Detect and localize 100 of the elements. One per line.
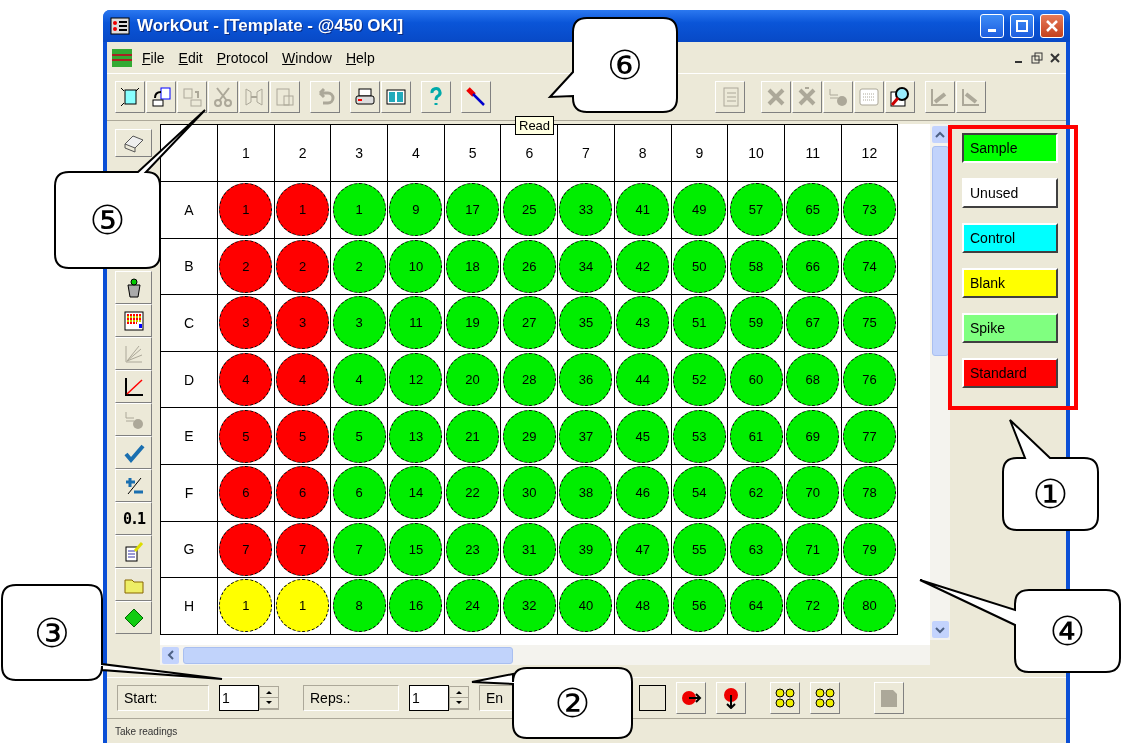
well[interactable]: 49 — [672, 183, 726, 237]
well[interactable]: 1 — [219, 183, 273, 237]
well[interactable]: 8 — [332, 579, 386, 633]
well-type-button[interactable]: Sample — [962, 133, 1058, 163]
well[interactable]: 16 — [389, 579, 443, 633]
well[interactable]: 52 — [672, 353, 726, 407]
well[interactable]: 4 — [219, 353, 273, 407]
well[interactable]: 78 — [842, 466, 896, 520]
well[interactable]: 3 — [332, 296, 386, 350]
menu-item[interactable]: Window — [277, 47, 337, 68]
menu-item[interactable]: File — [137, 47, 170, 68]
well[interactable]: 15 — [389, 522, 443, 576]
well[interactable]: 5 — [276, 409, 330, 463]
well[interactable]: 6 — [332, 466, 386, 520]
menu-item[interactable]: Edit — [173, 47, 208, 68]
well[interactable]: 39 — [559, 522, 613, 576]
menu-item[interactable]: Protocol — [211, 47, 274, 68]
well[interactable]: 58 — [729, 239, 783, 293]
well[interactable]: 41 — [616, 183, 670, 237]
well[interactable]: 3 — [219, 296, 273, 350]
well[interactable]: 36 — [559, 353, 613, 407]
well[interactable]: 37 — [559, 409, 613, 463]
well[interactable]: 14 — [389, 466, 443, 520]
well[interactable]: 59 — [729, 296, 783, 350]
well[interactable]: 73 — [842, 183, 896, 237]
well[interactable]: 32 — [502, 579, 556, 633]
well[interactable]: 44 — [616, 353, 670, 407]
well[interactable]: 72 — [786, 579, 840, 633]
well[interactable]: 9 — [389, 183, 443, 237]
well[interactable]: 5 — [219, 409, 273, 463]
well[interactable]: 11 — [389, 296, 443, 350]
well[interactable]: 17 — [446, 183, 500, 237]
well[interactable]: 1 — [332, 183, 386, 237]
well-type-button[interactable]: Spike — [962, 313, 1058, 343]
well[interactable]: 70 — [786, 466, 840, 520]
well[interactable]: 24 — [446, 579, 500, 633]
well[interactable]: 7 — [332, 522, 386, 576]
well[interactable]: 26 — [502, 239, 556, 293]
well-type-button[interactable]: Unused — [962, 178, 1058, 208]
well[interactable]: 46 — [616, 466, 670, 520]
well[interactable]: 30 — [502, 466, 556, 520]
well[interactable]: 35 — [559, 296, 613, 350]
well[interactable]: 2 — [276, 239, 330, 293]
reps-field[interactable]: 1 — [409, 685, 449, 711]
well[interactable]: 25 — [502, 183, 556, 237]
well[interactable]: 48 — [616, 579, 670, 633]
well[interactable]: 54 — [672, 466, 726, 520]
menu-item[interactable]: Help — [340, 47, 380, 68]
well[interactable]: 22 — [446, 466, 500, 520]
well[interactable]: 23 — [446, 522, 500, 576]
well[interactable]: 40 — [559, 579, 613, 633]
well[interactable]: 53 — [672, 409, 726, 463]
well[interactable]: 19 — [446, 296, 500, 350]
well[interactable]: 45 — [616, 409, 670, 463]
well[interactable]: 69 — [786, 409, 840, 463]
well[interactable]: 55 — [672, 522, 726, 576]
start-field[interactable]: 1 — [219, 685, 259, 711]
well[interactable]: 1 — [276, 579, 330, 633]
well[interactable]: 42 — [616, 239, 670, 293]
well[interactable]: 60 — [729, 353, 783, 407]
well[interactable]: 29 — [502, 409, 556, 463]
well[interactable]: 77 — [842, 409, 896, 463]
well[interactable]: 64 — [729, 579, 783, 633]
well[interactable]: 56 — [672, 579, 726, 633]
well[interactable]: 76 — [842, 353, 896, 407]
well[interactable]: 66 — [786, 239, 840, 293]
well[interactable]: 75 — [842, 296, 896, 350]
well[interactable]: 34 — [559, 239, 613, 293]
well[interactable]: 79 — [842, 522, 896, 576]
well[interactable]: 7 — [276, 522, 330, 576]
well[interactable]: 50 — [672, 239, 726, 293]
well[interactable]: 6 — [219, 466, 273, 520]
well[interactable]: 1 — [219, 579, 273, 633]
well[interactable]: 2 — [332, 239, 386, 293]
well[interactable]: 63 — [729, 522, 783, 576]
well[interactable]: 18 — [446, 239, 500, 293]
well[interactable]: 80 — [842, 579, 896, 633]
well[interactable]: 57 — [729, 183, 783, 237]
well-type-button[interactable]: Control — [962, 223, 1058, 253]
well-type-button[interactable]: Standard — [962, 358, 1058, 388]
well[interactable]: 4 — [332, 353, 386, 407]
well[interactable]: 1 — [276, 183, 330, 237]
well[interactable]: 31 — [502, 522, 556, 576]
well[interactable]: 10 — [389, 239, 443, 293]
well[interactable]: 7 — [219, 522, 273, 576]
well[interactable]: 51 — [672, 296, 726, 350]
well[interactable]: 67 — [786, 296, 840, 350]
well-type-button[interactable]: Blank — [962, 268, 1058, 298]
well[interactable]: 2 — [219, 239, 273, 293]
well[interactable]: 3 — [276, 296, 330, 350]
well[interactable]: 6 — [276, 466, 330, 520]
well[interactable]: 20 — [446, 353, 500, 407]
well[interactable]: 38 — [559, 466, 613, 520]
well[interactable]: 5 — [332, 409, 386, 463]
well[interactable]: 28 — [502, 353, 556, 407]
well[interactable]: 71 — [786, 522, 840, 576]
well[interactable]: 13 — [389, 409, 443, 463]
well[interactable]: 33 — [559, 183, 613, 237]
well[interactable]: 74 — [842, 239, 896, 293]
well[interactable]: 61 — [729, 409, 783, 463]
